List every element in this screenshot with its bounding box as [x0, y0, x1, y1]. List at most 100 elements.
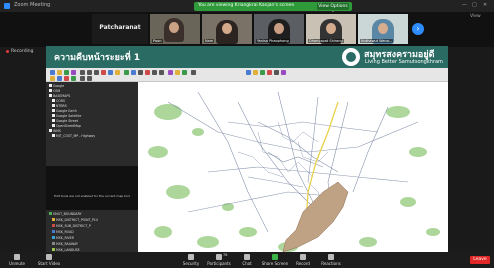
- plugin-icon[interactable]: [267, 70, 272, 75]
- database-icon[interactable]: [64, 76, 69, 81]
- recording-dot-icon: [6, 50, 9, 53]
- chat-bubble-icon: [244, 254, 250, 260]
- edit-icon[interactable]: [138, 70, 143, 75]
- pan-icon[interactable]: [80, 70, 85, 75]
- start-video-button[interactable]: Start Video: [34, 254, 64, 266]
- node-tool-icon[interactable]: [87, 76, 92, 81]
- minimize-button[interactable]: —: [462, 2, 467, 8]
- refresh-icon[interactable]: [191, 70, 196, 75]
- layer-item[interactable]: WMS: [49, 129, 61, 133]
- layer-item[interactable]: MSK_DISTRICT_POINT_PLU: [52, 218, 98, 222]
- layer-item[interactable]: MSK_RAILWAY: [52, 242, 78, 246]
- edit-tools-panel: Edit tools are not enabled for the curre…: [46, 166, 138, 210]
- participant-tile[interactable]: Poon: [150, 14, 200, 44]
- shared-screen: ความคืบหน้าระยะที่ 1 สมุทรสงครามอยู่ดี L…: [46, 46, 448, 262]
- people-icon: [216, 254, 222, 260]
- leave-button[interactable]: Leave: [470, 256, 490, 264]
- new-project-icon[interactable]: [50, 70, 55, 75]
- map-canvas[interactable]: [138, 82, 448, 262]
- layer-item[interactable]: Google Earth: [52, 109, 77, 113]
- layer-item[interactable]: MSK_RIVER: [52, 236, 74, 240]
- layer-item[interactable]: NTBRS: [52, 104, 67, 108]
- unmute-button[interactable]: Unmute: [2, 254, 32, 266]
- plugin-icon[interactable]: [274, 70, 279, 75]
- share-screen-button[interactable]: Share Screen: [260, 254, 290, 266]
- participant-face: [326, 23, 336, 34]
- layer-item[interactable]: OSM: [49, 89, 60, 93]
- digitize-icon[interactable]: [80, 76, 85, 81]
- participant-face: [378, 23, 388, 34]
- layer-item[interactable]: CORS: [52, 99, 65, 103]
- layer-item[interactable]: OpenStreetMap: [52, 124, 81, 128]
- attribute-table-icon[interactable]: [175, 70, 180, 75]
- reactions-button[interactable]: Reactions: [316, 254, 346, 266]
- participant-name: Poon: [152, 39, 163, 43]
- add-layer-icon[interactable]: [124, 70, 129, 75]
- title-bar: Zoom Meeting You are viewing Kriangkrai …: [0, 0, 494, 16]
- window-title: Zoom Meeting: [14, 2, 51, 8]
- video-camera-icon: [46, 254, 52, 260]
- vector-icon[interactable]: [50, 76, 55, 81]
- zoom-window: Zoom Meeting You are viewing Kriangkrai …: [0, 0, 494, 268]
- zoom-out-icon[interactable]: [94, 70, 99, 75]
- layer-item[interactable]: MSK_ROAD: [52, 230, 74, 234]
- add-raster-icon[interactable]: [131, 70, 136, 75]
- participant-face: [169, 22, 179, 33]
- layer-item[interactable]: SMUT_BOUNDARY: [49, 212, 82, 216]
- select-icon[interactable]: [108, 70, 113, 75]
- field-calculator-icon[interactable]: [182, 70, 187, 75]
- layer-item[interactable]: MSK_SUB_DISTRICT_P: [52, 224, 91, 228]
- gallery-view-button[interactable]: View: [470, 14, 481, 19]
- participant-tile[interactable]: Nam: [202, 14, 252, 44]
- measure-icon[interactable]: [115, 70, 120, 75]
- security-button[interactable]: Security: [176, 254, 206, 266]
- web-icon[interactable]: [71, 76, 76, 81]
- delete-icon[interactable]: [145, 70, 150, 75]
- close-button[interactable]: ✕: [483, 2, 487, 8]
- active-speaker-name: Patcharanat: [99, 24, 141, 31]
- raster-icon[interactable]: [57, 76, 62, 81]
- save-project-icon[interactable]: [64, 70, 69, 75]
- participant-name: Nam: [204, 39, 215, 43]
- plugin-icon[interactable]: [260, 70, 265, 75]
- open-project-icon[interactable]: [57, 70, 62, 75]
- identify-icon[interactable]: [101, 70, 106, 75]
- participant-tile[interactable]: Dhanyapat Shirong: [306, 14, 356, 44]
- participant-face: [274, 23, 284, 34]
- microphone-icon: [14, 254, 20, 260]
- label-icon[interactable]: [168, 70, 173, 75]
- gis-toolbar: [46, 68, 448, 82]
- participant-name: Nuthawut Wana...: [360, 39, 394, 43]
- undo-icon[interactable]: [152, 70, 157, 75]
- share-screen-icon: [272, 254, 278, 260]
- print-icon[interactable]: [71, 70, 76, 75]
- maximize-button[interactable]: □: [472, 2, 477, 8]
- zoom-in-icon[interactable]: [87, 70, 92, 75]
- record-button[interactable]: Record: [288, 254, 318, 266]
- layer-item[interactable]: Google: [49, 84, 64, 88]
- layer-item[interactable]: Google Satellite: [52, 114, 81, 118]
- plugin-icon[interactable]: [281, 70, 286, 75]
- recording-indicator[interactable]: Recording: [11, 49, 34, 54]
- map-drawing: [148, 91, 440, 253]
- chat-button[interactable]: Chat: [232, 254, 262, 266]
- share-banner-text: You are viewing Kriangkrai Kanjan's scre…: [198, 3, 295, 8]
- plugin-icon[interactable]: [246, 70, 251, 75]
- logo-inner: [346, 52, 356, 62]
- plugin-icon[interactable]: [253, 70, 258, 75]
- share-banner: You are viewing Kriangkrai Kanjan's scre…: [194, 2, 352, 16]
- redo-icon[interactable]: [159, 70, 164, 75]
- zoom-logo-icon: [4, 3, 10, 9]
- participants-button[interactable]: Participants: [204, 254, 234, 266]
- smiley-icon: [328, 254, 334, 260]
- participant-tile[interactable]: Yanisa Phaophong: [254, 14, 304, 44]
- layer-item[interactable]: MIT_COST_MP - Highway: [52, 134, 95, 138]
- layer-item[interactable]: Google Street: [52, 119, 78, 123]
- next-page-button[interactable]: ›: [412, 23, 424, 35]
- view-options-button[interactable]: View Options ▾: [317, 3, 349, 16]
- layer-item[interactable]: BASEMAPS: [49, 94, 70, 98]
- active-speaker-tile[interactable]: Patcharanat: [92, 14, 148, 44]
- participant-face: [222, 23, 232, 34]
- participant-tile[interactable]: Nuthawut Wana...: [358, 14, 408, 44]
- panel-message: Edit tools are not enabled for the curre…: [54, 194, 130, 198]
